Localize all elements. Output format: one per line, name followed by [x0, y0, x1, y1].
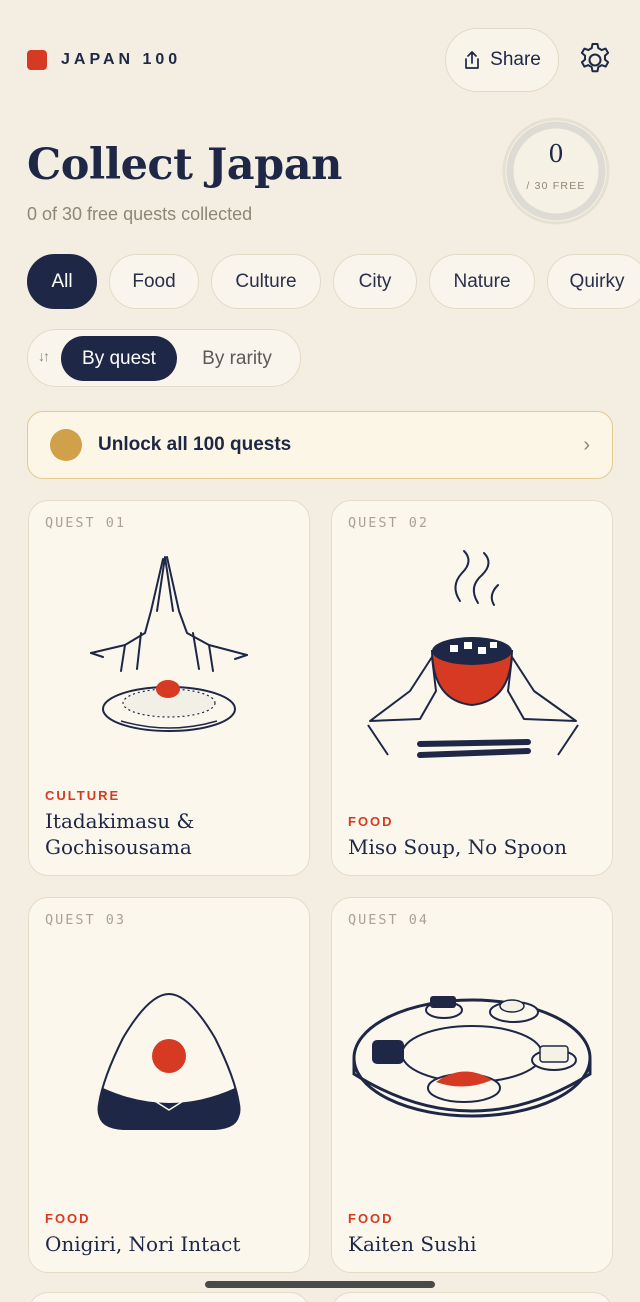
progress-count: 0	[548, 140, 564, 168]
brand-logo-icon	[27, 50, 47, 70]
filter-bar: All Food Culture City Nature Quirky	[27, 254, 640, 309]
miso-bowl-icon	[367, 550, 579, 758]
filter-chip-culture[interactable]: Culture	[211, 254, 321, 309]
sushi-conveyor-icon	[352, 996, 592, 1118]
share-button[interactable]: Share	[445, 28, 559, 92]
filter-chip-all[interactable]: All	[27, 254, 97, 309]
progress-ring	[502, 117, 610, 225]
page-title: Collect Japan	[27, 140, 342, 190]
quest-number: QUEST 04	[348, 912, 430, 928]
quest-card-05-peek	[28, 1292, 310, 1302]
quest-number: QUEST 01	[45, 515, 127, 531]
page-subtitle: 0 of 30 free quests collected	[27, 204, 253, 224]
filter-chip-food[interactable]: Food	[109, 254, 199, 309]
home-indicator	[205, 1281, 435, 1288]
quest-card-01[interactable]: QUEST 01 CULTURE Itadakimasu & Gochisous…	[28, 500, 310, 876]
sort-by-quest-button[interactable]: By quest	[61, 336, 177, 381]
quest-category: FOOD	[348, 1211, 394, 1226]
sort-icon: ↓↑	[38, 348, 50, 364]
onigiri-icon	[97, 992, 241, 1130]
quest-title: Itadakimasu & Gochisousama	[45, 809, 195, 859]
quest-number: QUEST 03	[45, 912, 127, 928]
quest-card-03[interactable]: QUEST 03 FOOD Onigiri, Nori Intact	[28, 897, 310, 1273]
quest-number: QUEST 02	[348, 515, 430, 531]
quest-category: FOOD	[45, 1211, 91, 1226]
filter-chip-nature[interactable]: Nature	[429, 254, 535, 309]
quest-title: Kaiten Sushi	[348, 1232, 477, 1256]
filter-chip-quirky[interactable]: Quirky	[547, 254, 640, 309]
brand: JAPAN 100	[27, 50, 181, 70]
filter-chip-city[interactable]: City	[333, 254, 417, 309]
sort-by-rarity-button[interactable]: By rarity	[184, 336, 290, 381]
quest-title: Miso Soup, No Spoon	[348, 835, 568, 859]
sort-toggle: ↓↑ By quest By rarity	[27, 329, 301, 387]
coin-icon	[50, 429, 82, 461]
brand-name: JAPAN 100	[61, 51, 182, 68]
praying-hands-rice-icon	[90, 556, 248, 732]
unlock-all-banner[interactable]: Unlock all 100 quests ›	[27, 411, 613, 479]
progress-label: / 30 FREE	[526, 180, 586, 192]
unlock-label: Unlock all 100 quests	[98, 434, 292, 455]
quest-title: Onigiri, Nori Intact	[45, 1232, 241, 1256]
quest-category: FOOD	[348, 814, 394, 829]
share-label: Share	[490, 49, 541, 70]
quest-card-06-peek	[331, 1292, 613, 1302]
quest-card-02[interactable]: QUEST 02 FOOD Miso Soup, No Spoon	[331, 500, 613, 876]
share-icon	[465, 51, 479, 69]
chevron-right-icon: ›	[583, 434, 590, 456]
quest-category: CULTURE	[45, 788, 121, 803]
gear-icon[interactable]	[576, 41, 614, 79]
quest-card-04[interactable]: QUEST 04 FOOD Kaiten Sushi	[331, 897, 613, 1273]
